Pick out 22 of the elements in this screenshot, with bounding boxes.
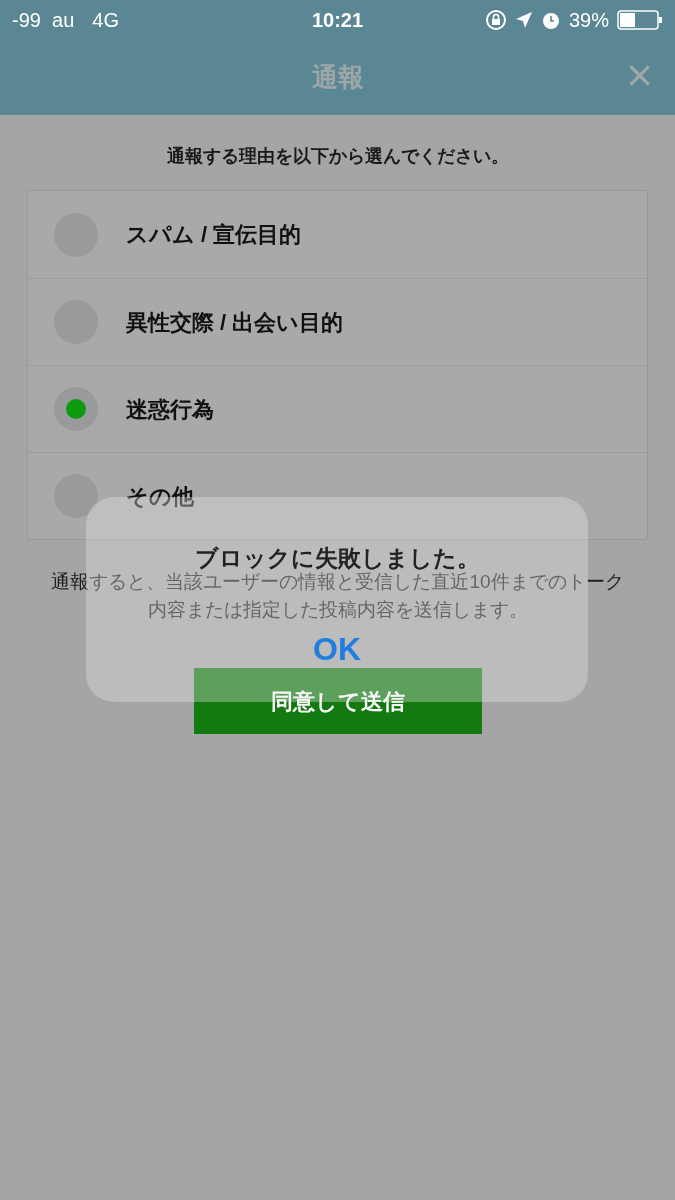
reason-label: スパム / 宣伝目的 xyxy=(126,221,302,249)
rotation-lock-icon xyxy=(484,9,507,31)
reason-option[interactable]: スパム / 宣伝目的 xyxy=(28,191,647,278)
notice-text: 通報すると、当該ユーザーの情報と受信した直近10件までのトーク内容または指定した投稿内容を送信します。 xyxy=(50,570,625,622)
alarm-clock-icon xyxy=(540,10,561,30)
battery-percent: 39% xyxy=(568,8,609,33)
radio-button[interactable] xyxy=(54,474,98,518)
reason-option[interactable]: 異性交際 / 出会い目的 xyxy=(28,278,647,365)
clock-time: 10:21 xyxy=(311,8,364,33)
reason-label: その他 xyxy=(126,482,194,511)
battery-icon xyxy=(617,10,663,30)
reason-label: 迷惑行為 xyxy=(126,395,214,424)
prompt-text: 通報する理由を以下から選んでください。 xyxy=(166,145,509,168)
alert-message: ブロックに失敗しました。 xyxy=(194,544,480,572)
reason-option[interactable]: その他 xyxy=(28,452,647,539)
network-label: 4G xyxy=(92,8,119,33)
location-arrow-icon xyxy=(514,11,533,29)
header-title: 通報 xyxy=(311,61,364,94)
reason-label: 異性交際 / 出会い目的 xyxy=(126,308,344,337)
radio-button[interactable] xyxy=(54,387,98,431)
reason-option[interactable]: 迷惑行為 xyxy=(28,365,647,452)
carrier-label: -99 au xyxy=(12,8,75,33)
